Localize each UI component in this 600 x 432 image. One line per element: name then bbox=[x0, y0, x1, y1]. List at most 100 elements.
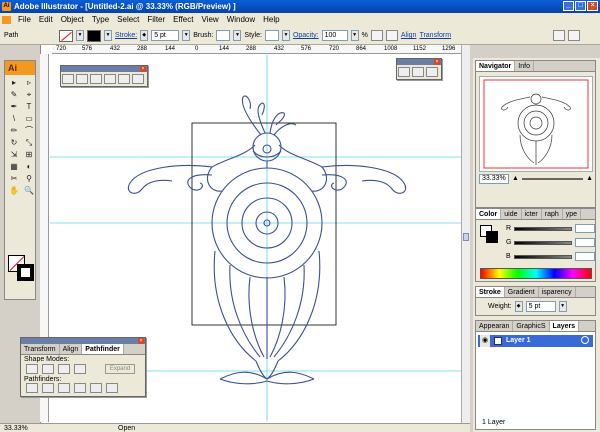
weight-stepper[interactable]: ◆ bbox=[514, 301, 523, 312]
document-icon[interactable] bbox=[2, 16, 11, 24]
navigator-zoom-field[interactable]: 33.33% bbox=[479, 174, 509, 184]
menu-file[interactable]: File bbox=[14, 13, 35, 27]
tab-align[interactable]: Align bbox=[60, 344, 83, 354]
direct-selection-tool-icon[interactable]: ▹ bbox=[22, 77, 36, 88]
tab-symbols[interactable]: ype bbox=[563, 209, 582, 219]
warp-tool-icon[interactable]: ⇲ bbox=[7, 149, 21, 160]
tab-swatches[interactable]: uide bbox=[501, 209, 522, 219]
menu-icon[interactable] bbox=[568, 30, 580, 41]
divide-icon[interactable] bbox=[26, 383, 38, 393]
star-icon[interactable] bbox=[118, 74, 130, 84]
trim-icon[interactable] bbox=[42, 383, 54, 393]
style-dropdown[interactable]: ▼ bbox=[281, 30, 290, 41]
tab-brushes[interactable]: icter bbox=[522, 209, 542, 219]
stroke-stepper[interactable]: ◆ bbox=[140, 30, 149, 41]
transform-link[interactable]: Transform bbox=[419, 32, 451, 39]
channel-r-field[interactable] bbox=[575, 224, 596, 233]
crop-icon[interactable] bbox=[74, 383, 86, 393]
menu-edit[interactable]: Edit bbox=[35, 13, 57, 27]
tab-navigator[interactable]: Navigator bbox=[476, 61, 516, 71]
ellipse-icon[interactable] bbox=[90, 74, 102, 84]
horizontal-ruler[interactable]: 720 576 432 288 144 0 144 288 432 576 72… bbox=[52, 45, 462, 54]
isolate-icon[interactable] bbox=[385, 30, 398, 41]
zoom-out-icon[interactable]: ▲ bbox=[512, 173, 519, 185]
stroke-weight-dropdown[interactable]: ▼ bbox=[182, 30, 191, 41]
exclude-icon[interactable] bbox=[74, 364, 86, 374]
close-icon[interactable]: × bbox=[434, 59, 440, 65]
rectangle-tool-icon[interactable]: ▭ bbox=[22, 113, 36, 124]
stroke-color-dropdown[interactable]: ▼ bbox=[104, 30, 112, 41]
magic-wand-tool-icon[interactable]: ✎ bbox=[7, 89, 21, 100]
align-toolbar-panel[interactable]: × bbox=[60, 65, 148, 87]
arrange-icon[interactable] bbox=[553, 30, 565, 41]
weight-field[interactable]: 5 pt bbox=[525, 301, 556, 312]
menu-help[interactable]: Help bbox=[259, 13, 283, 27]
minus-front-icon[interactable] bbox=[42, 364, 54, 374]
pencil-tool-icon[interactable]: ✏ bbox=[7, 125, 21, 136]
maximize-button[interactable]: □ bbox=[575, 1, 586, 11]
stroke-swatch[interactable] bbox=[87, 29, 101, 42]
tab-color[interactable]: Color bbox=[476, 209, 502, 219]
channel-g-field[interactable] bbox=[575, 238, 596, 247]
lasso-tool-icon[interactable]: ⌖ bbox=[22, 89, 36, 100]
intersect-icon[interactable] bbox=[58, 364, 70, 374]
tab-pathfinder[interactable]: Pathfinder bbox=[82, 344, 124, 354]
gradient-tool-icon[interactable]: ◐ bbox=[22, 161, 36, 172]
brush-icon[interactable] bbox=[398, 67, 410, 77]
pen-tool-icon[interactable]: ✒ bbox=[7, 101, 21, 112]
rectangle-tool-icon[interactable] bbox=[62, 74, 74, 84]
opacity-dropdown[interactable]: ▼ bbox=[350, 30, 359, 41]
recolor-icon[interactable] bbox=[370, 30, 383, 41]
menu-filter[interactable]: Filter bbox=[143, 13, 169, 27]
opacity-field[interactable]: 100 bbox=[321, 30, 348, 41]
panel-drag-bar[interactable]: × bbox=[21, 338, 145, 344]
zoom-in-icon[interactable]: ▲ bbox=[586, 173, 593, 185]
hand-tool-icon[interactable]: ✋ bbox=[7, 185, 21, 196]
menu-view[interactable]: View bbox=[197, 13, 222, 27]
brush-dropdown[interactable]: ▼ bbox=[233, 30, 242, 41]
color-stroke-swatch[interactable] bbox=[486, 231, 498, 243]
tab-appearance[interactable]: Appearan bbox=[476, 321, 514, 331]
tab-gradient[interactable]: Gradient bbox=[505, 287, 539, 297]
style-field[interactable] bbox=[264, 30, 279, 41]
scale-tool-icon[interactable]: ⤡ bbox=[22, 137, 36, 148]
status-text[interactable]: Open bbox=[118, 424, 135, 432]
smooth-icon[interactable] bbox=[426, 67, 438, 77]
menu-type[interactable]: Type bbox=[88, 13, 113, 27]
color-spectrum[interactable] bbox=[480, 268, 592, 279]
expand-button[interactable]: Expand bbox=[105, 364, 135, 374]
fill-stroke-swatches[interactable] bbox=[8, 255, 34, 281]
brush-field[interactable] bbox=[216, 30, 231, 41]
vertical-scrollbar[interactable] bbox=[461, 45, 470, 423]
channel-r-slider[interactable] bbox=[514, 226, 573, 231]
stroke-panel-link[interactable]: Stroke: bbox=[115, 32, 137, 39]
menu-effect[interactable]: Effect bbox=[169, 13, 197, 27]
pencil-icon[interactable] bbox=[412, 67, 424, 77]
target-icon[interactable] bbox=[581, 336, 589, 344]
tab-graphic-styles[interactable]: raph bbox=[542, 209, 563, 219]
opacity-link[interactable]: Opacity: bbox=[293, 32, 319, 39]
polygon-icon[interactable] bbox=[104, 74, 116, 84]
tab-transparency[interactable]: isparency bbox=[539, 287, 576, 297]
panel-drag-bar[interactable]: × bbox=[61, 66, 147, 72]
brush-toolbar-panel[interactable]: × bbox=[396, 58, 442, 80]
eye-icon[interactable]: ◉ bbox=[480, 335, 490, 347]
outline-icon[interactable] bbox=[90, 383, 102, 393]
tab-info[interactable]: Info bbox=[515, 61, 534, 71]
navigator-preview[interactable] bbox=[479, 76, 593, 172]
menu-window[interactable]: Window bbox=[223, 13, 259, 27]
layer-name[interactable]: Layer 1 bbox=[506, 337, 531, 344]
align-link[interactable]: Align bbox=[401, 32, 417, 39]
tab-graphic-styles[interactable]: GraphicS bbox=[513, 321, 550, 331]
scissors-tool-icon[interactable]: ✂ bbox=[7, 173, 21, 184]
tab-stroke[interactable]: Stroke bbox=[476, 287, 505, 297]
channel-g-slider[interactable] bbox=[514, 240, 573, 245]
close-icon[interactable]: × bbox=[140, 66, 146, 72]
merge-icon[interactable] bbox=[58, 383, 70, 393]
stroke-weight-field[interactable]: 5 pt bbox=[151, 30, 180, 41]
flare-icon[interactable] bbox=[132, 74, 144, 84]
free-transform-tool-icon[interactable]: ⊞ bbox=[22, 149, 36, 160]
scroll-thumb[interactable] bbox=[463, 233, 469, 241]
zoom-level[interactable]: 33.33% bbox=[4, 424, 28, 432]
close-icon[interactable]: × bbox=[138, 338, 144, 344]
